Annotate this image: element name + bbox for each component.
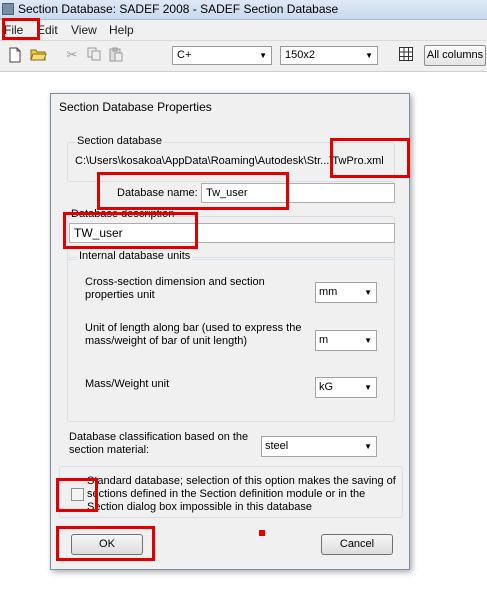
standard-select-value: C+ xyxy=(177,49,192,61)
cut-icon[interactable]: ✂ xyxy=(64,47,80,63)
app-icon xyxy=(2,3,14,15)
cross-section-unit-select[interactable]: mm ▼ xyxy=(315,282,377,303)
menu-help[interactable]: Help xyxy=(109,23,134,37)
profile-select[interactable]: 150x2 ▼ xyxy=(280,46,378,65)
standard-select[interactable]: C+ ▼ xyxy=(172,46,272,65)
highlight-ok-button xyxy=(56,526,155,561)
paste-icon[interactable] xyxy=(108,47,124,63)
menu-bar: File Edit View Help xyxy=(0,20,487,41)
menu-view[interactable]: View xyxy=(71,23,97,37)
classification-label: Database classification based on the sec… xyxy=(69,431,249,456)
mass-unit-label: Mass/Weight unit xyxy=(85,378,170,390)
chevron-down-icon: ▼ xyxy=(259,51,267,60)
cross-section-unit-value: mm xyxy=(319,286,338,298)
chevron-down-icon: ▼ xyxy=(364,336,372,345)
length-unit-select[interactable]: m ▼ xyxy=(315,330,377,351)
dialog-title: Section Database Properties xyxy=(59,100,212,114)
table-grid-icon[interactable] xyxy=(398,47,414,63)
menu-edit[interactable]: Edit xyxy=(37,23,58,37)
cancel-button[interactable]: Cancel xyxy=(321,534,393,555)
chevron-down-icon: ▼ xyxy=(364,383,372,392)
chevron-down-icon: ▼ xyxy=(364,288,372,297)
standard-database-label: Standard database; selection of this opt… xyxy=(87,475,396,513)
profile-select-value: 150x2 xyxy=(285,49,315,61)
chevron-down-icon: ▼ xyxy=(365,51,373,60)
window-titlebar: Section Database: SADEF 2008 - SADEF Sec… xyxy=(0,0,487,20)
highlight-standard-checkbox xyxy=(56,478,98,512)
window-title: Section Database: SADEF 2008 - SADEF Sec… xyxy=(18,2,339,16)
all-columns-button[interactable]: All columns xyxy=(424,45,486,66)
highlight-database-name xyxy=(97,172,289,210)
length-unit-label: Unit of length along bar (used to expres… xyxy=(85,322,302,347)
new-file-icon[interactable] xyxy=(7,47,23,63)
mass-unit-select[interactable]: kG ▼ xyxy=(315,377,377,398)
highlight-database-description xyxy=(63,212,198,249)
copy-icon[interactable] xyxy=(86,47,102,63)
chevron-down-icon: ▼ xyxy=(364,442,372,451)
annotation-dot xyxy=(259,530,265,536)
mass-unit-value: kG xyxy=(319,381,334,393)
classification-value: steel xyxy=(265,440,289,452)
internal-units-legend: Internal database units xyxy=(77,250,193,262)
toolbar: ✂ C+ ▼ 150x2 ▼ All columns xyxy=(0,41,487,72)
classification-select[interactable]: steel ▼ xyxy=(261,436,377,457)
length-unit-value: m xyxy=(319,334,329,346)
open-folder-icon[interactable] xyxy=(30,47,47,63)
highlight-file-menu xyxy=(2,18,40,40)
section-database-legend: Section database xyxy=(75,135,165,147)
cross-section-unit-label: Cross-section dimension and section prop… xyxy=(85,276,265,301)
highlight-path-filename xyxy=(330,138,410,178)
